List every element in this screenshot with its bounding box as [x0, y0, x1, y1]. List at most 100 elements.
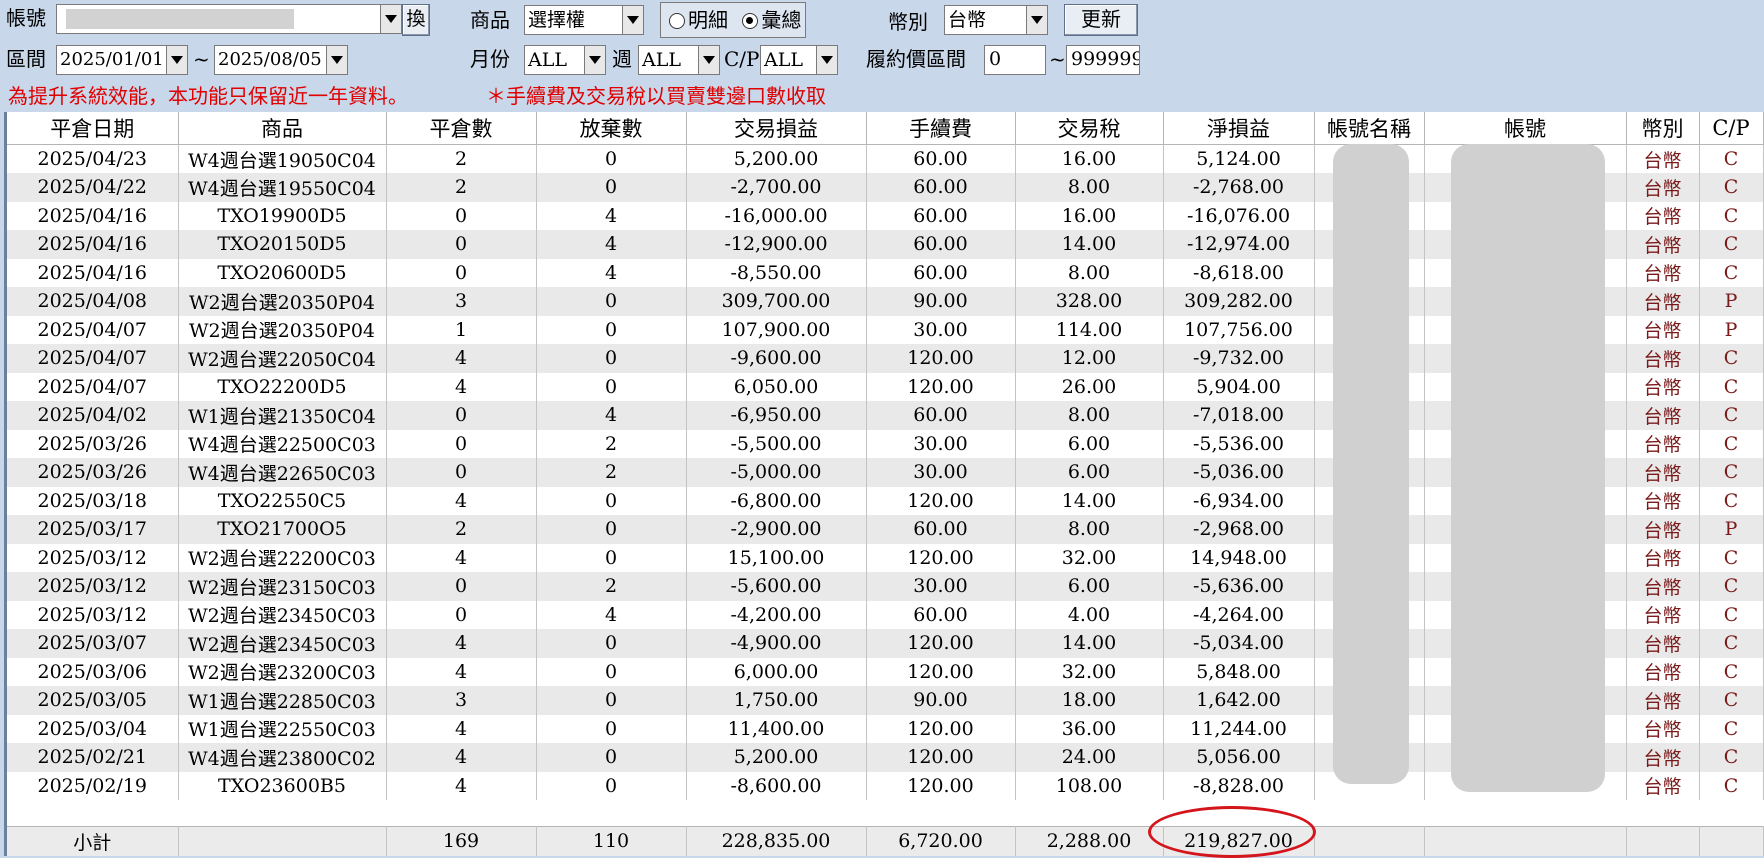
date-from-picker[interactable]: 2025/01/01	[56, 45, 188, 75]
table-cell: -2,768.00	[1163, 173, 1315, 202]
table-cell: 4	[536, 201, 687, 230]
chevron-down-icon[interactable]	[326, 45, 348, 75]
column-header[interactable]: 幣別	[1626, 112, 1700, 145]
table-cell: 11,400.00	[686, 714, 867, 743]
table-cell: 2025/03/26	[7, 458, 179, 487]
table-cell: 11,244.00	[1163, 714, 1315, 743]
table-cell: W1週台選22850C03	[178, 686, 387, 715]
account-dropdown[interactable]	[56, 4, 402, 34]
table-cell: 6,000.00	[686, 657, 867, 686]
table-cell: -5,536.00	[1163, 429, 1315, 458]
table-cell: 6.00	[1015, 458, 1164, 487]
column-header[interactable]: 放棄數	[536, 112, 687, 145]
table-cell: W4週台選22500C03	[178, 429, 387, 458]
date-to-picker[interactable]: 2025/08/05	[214, 45, 348, 75]
chevron-down-icon[interactable]	[166, 45, 188, 75]
column-header[interactable]: 淨損益	[1163, 112, 1315, 145]
table-cell: 台幣	[1626, 629, 1700, 658]
table-cell: 4	[386, 657, 537, 686]
table-cell: -2,968.00	[1163, 515, 1315, 544]
table-cell: W2週台選23150C03	[178, 572, 387, 601]
chevron-down-icon[interactable]	[816, 45, 838, 75]
table-cell: 台幣	[1626, 173, 1700, 202]
table-cell: 108.00	[1015, 771, 1164, 800]
table-cell: -16,076.00	[1163, 201, 1315, 230]
table-cell: 16.00	[1015, 144, 1164, 173]
chevron-down-icon[interactable]	[380, 4, 402, 34]
table-cell: -12,900.00	[686, 230, 867, 259]
radio-detail[interactable]: 明細	[669, 8, 728, 32]
product-dropdown[interactable]: 選擇權	[524, 5, 644, 35]
table-cell: TXO20150D5	[178, 230, 387, 259]
cp-dropdown[interactable]: ALL	[760, 45, 838, 75]
table-cell: 2025/04/16	[7, 258, 179, 287]
table-cell: 台幣	[1626, 429, 1700, 458]
table-cell: -4,200.00	[686, 600, 867, 629]
table-cell: 4	[386, 743, 537, 772]
refresh-button[interactable]: 更新	[1064, 4, 1138, 36]
table-cell: 2025/03/04	[7, 714, 179, 743]
table-cell: 台幣	[1626, 230, 1700, 259]
table-cell: 2025/03/12	[7, 572, 179, 601]
table-cell: 0	[386, 258, 537, 287]
column-header[interactable]: 手續費	[866, 112, 1016, 145]
table-cell: -6,934.00	[1163, 486, 1315, 515]
chevron-down-icon[interactable]	[622, 5, 644, 35]
table-cell: 台幣	[1626, 743, 1700, 772]
table-cell: 4	[386, 486, 537, 515]
table-cell: TXO22200D5	[178, 372, 387, 401]
swap-button[interactable]: 換	[402, 4, 430, 36]
table-cell: W1週台選22550C03	[178, 714, 387, 743]
strike-min-input[interactable]: 0	[984, 45, 1046, 75]
table-cell: C	[1699, 344, 1764, 373]
column-header[interactable]: 交易稅	[1015, 112, 1164, 145]
table-cell: 309,700.00	[686, 287, 867, 316]
table-cell: 2025/04/02	[7, 401, 179, 430]
account-value	[56, 4, 380, 34]
column-header[interactable]: 帳號	[1424, 112, 1627, 145]
table-cell: -8,550.00	[686, 258, 867, 287]
table-cell: C	[1699, 144, 1764, 173]
column-header[interactable]: 帳號名稱	[1314, 112, 1425, 145]
table-cell: 4	[386, 344, 537, 373]
table-cell: C	[1699, 458, 1764, 487]
chevron-down-icon[interactable]	[1026, 5, 1048, 35]
table-cell: -8,600.00	[686, 771, 867, 800]
column-header[interactable]: C/P	[1699, 112, 1764, 145]
table-cell: 60.00	[866, 515, 1016, 544]
table-cell: 0	[536, 771, 687, 800]
column-header[interactable]: 交易損益	[686, 112, 867, 145]
table-cell: C	[1699, 201, 1764, 230]
table-cell: -5,500.00	[686, 429, 867, 458]
subtotal-trade-pnl: 228,835.00	[686, 825, 867, 856]
table-cell: -8,828.00	[1163, 771, 1315, 800]
chevron-down-icon[interactable]	[698, 45, 720, 75]
table-cell: 2025/02/19	[7, 771, 179, 800]
column-header[interactable]: 平倉日期	[7, 112, 179, 145]
currency-dropdown[interactable]: 台幣	[944, 5, 1048, 35]
currency-value: 台幣	[944, 5, 1026, 35]
table-cell: W1週台選21350C04	[178, 401, 387, 430]
table-cell: 8.00	[1015, 173, 1164, 202]
table-cell: 114.00	[1015, 315, 1164, 344]
table-cell: 8.00	[1015, 515, 1164, 544]
chevron-down-icon[interactable]	[584, 45, 606, 75]
table-cell: TXO23600B5	[178, 771, 387, 800]
table-cell: 0	[536, 714, 687, 743]
retention-notice: 為提升系統效能，本功能只保留近一年資料。	[8, 84, 408, 108]
strike-max-input[interactable]: 999999	[1066, 45, 1140, 75]
subtotal-empty	[1626, 825, 1700, 856]
table-cell: 4.00	[1015, 600, 1164, 629]
table-cell: -2,700.00	[686, 173, 867, 202]
table-cell: C	[1699, 486, 1764, 515]
table-cell: 6.00	[1015, 572, 1164, 601]
table-cell: 60.00	[866, 401, 1016, 430]
week-dropdown[interactable]: ALL	[638, 45, 720, 75]
column-header[interactable]: 商品	[178, 112, 387, 145]
radio-summary[interactable]: 彙總	[742, 8, 801, 32]
table-cell: 4	[536, 600, 687, 629]
table-cell: 2	[536, 572, 687, 601]
column-header[interactable]: 平倉數	[386, 112, 537, 145]
table-cell: 60.00	[866, 258, 1016, 287]
month-dropdown[interactable]: ALL	[524, 45, 606, 75]
